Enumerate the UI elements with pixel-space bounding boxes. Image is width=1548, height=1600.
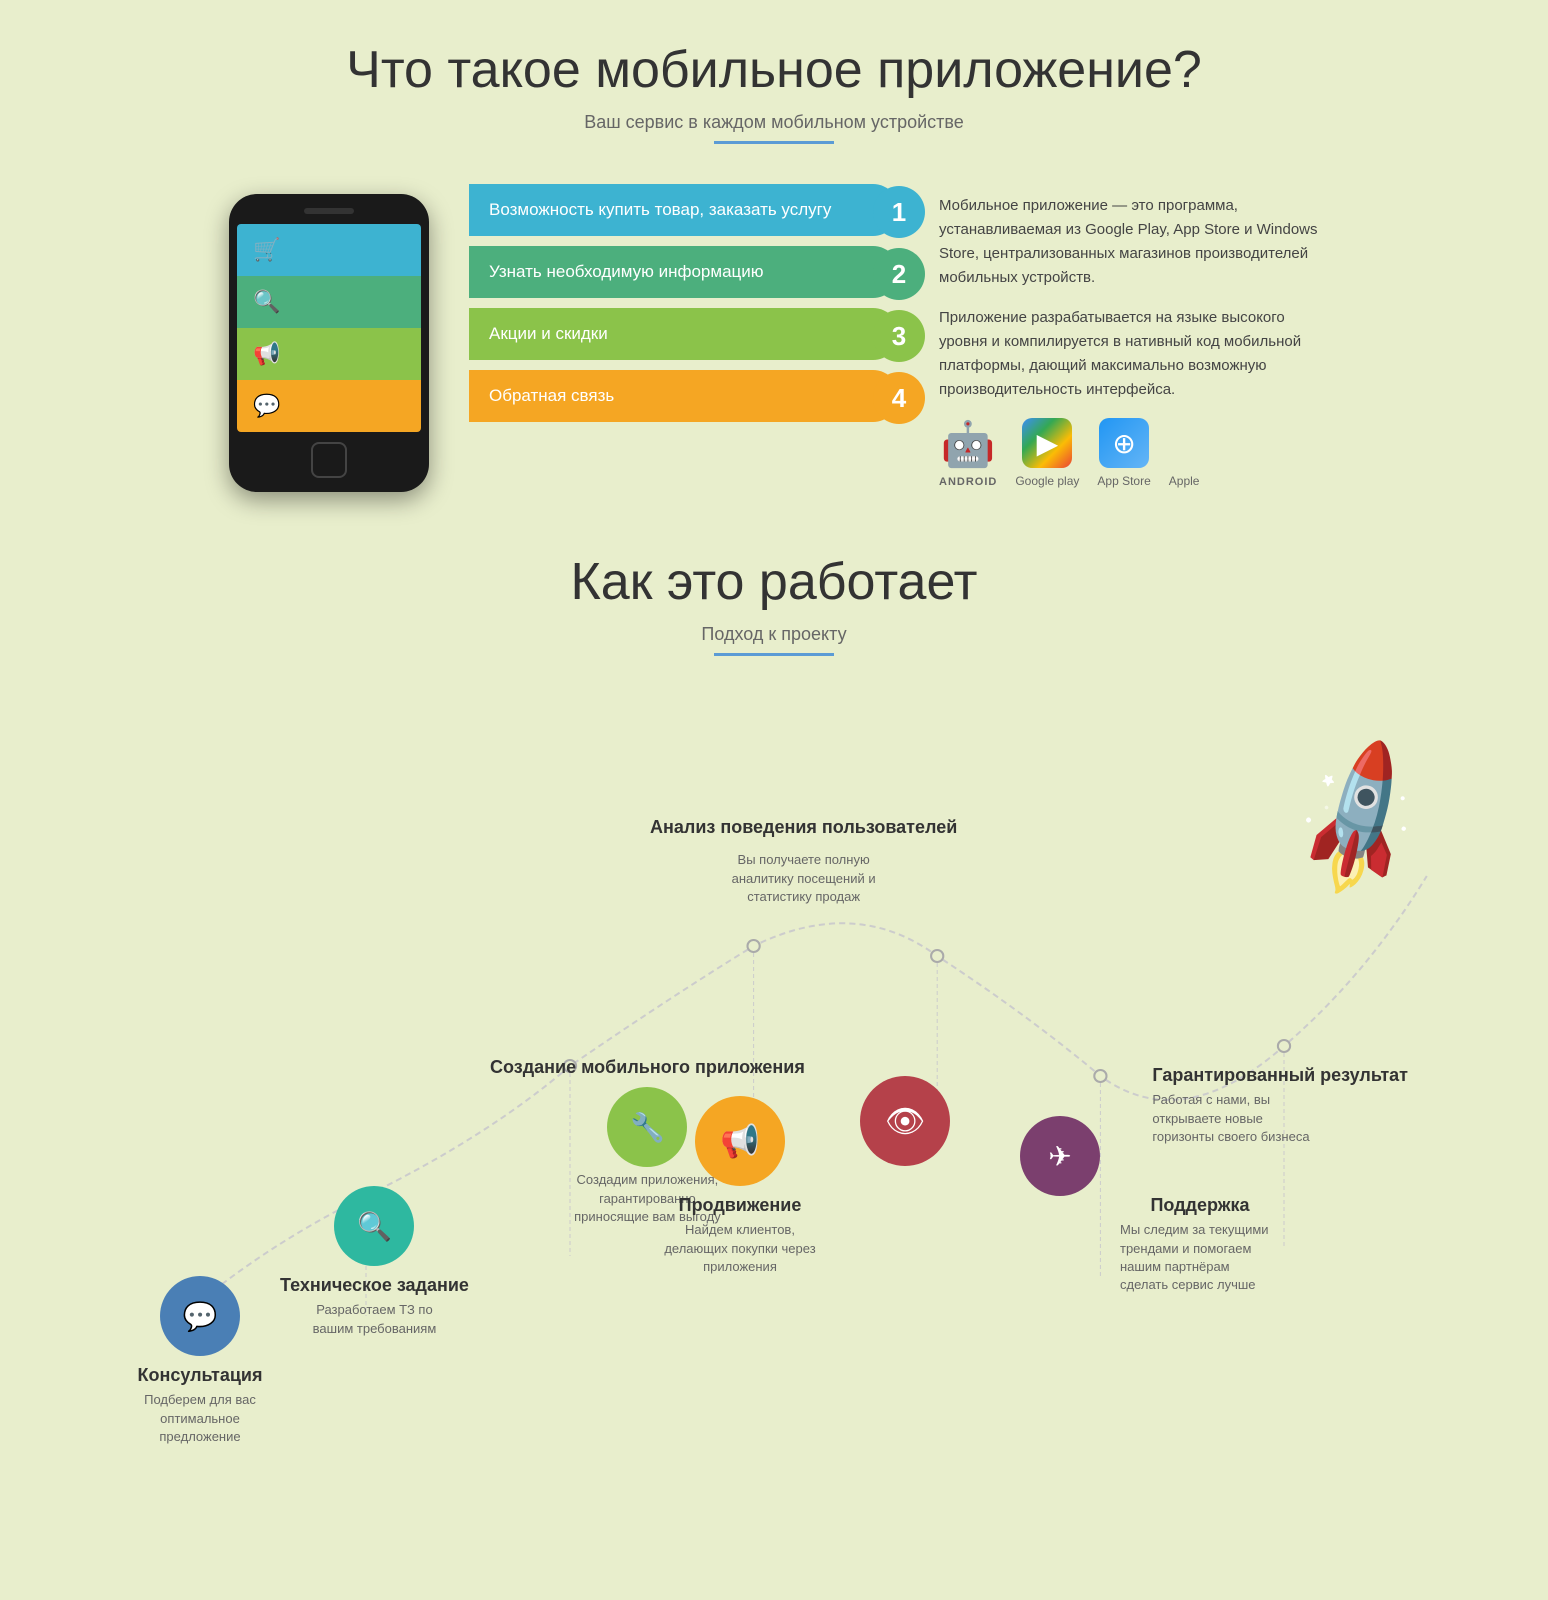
feature-bar-4: Обратная связь [469,370,899,422]
phone-screen: 🛒 🔍 📢 💬 [237,224,421,432]
node-eye: 👁 [860,1076,950,1166]
consultation-desc: Подберем для вас оптимальное предложение [120,1391,280,1446]
phone-mockup: 🛒 🔍 📢 💬 [229,194,429,492]
chat-icon: 💬 [237,380,297,432]
feature-bar-container-1: Возможность купить товар, заказать услуг… [469,184,899,240]
workflow-diagram: 💬 Консультация Подберем для вас оптималь… [60,696,1488,1496]
feature-bar-container-4: Обратная связь 4 [469,370,899,426]
apple-store: Apple [1169,468,1200,488]
node-promotion: 📢 Продвижение Найдем клиентов, делающих … [660,1096,820,1276]
tech-title: Техническое задание [280,1274,469,1297]
app-store-icon: ⊕ [1099,418,1149,468]
support-title: Поддержка [1150,1194,1249,1217]
main-title: Что такое мобильное приложение? [60,40,1488,100]
node-result: Гарантированный результат Работая с нами… [1152,1056,1408,1146]
phone-row-4: 💬 [237,380,421,432]
description-2: Приложение разрабатывается на языке высо… [939,306,1319,402]
section2-sub: Подход к проекту [60,624,1488,645]
promotion-title: Продвижение [679,1194,802,1217]
phone-row-1: 🛒 [237,224,421,276]
analysis-title: Анализ поведения пользователей [650,816,957,839]
feature-bar-container-3: Акции и скидки 3 [469,308,899,364]
promotion-circle: 📢 [695,1096,785,1186]
store-icons: 🤖 ANDROID ▶ Google play ⊕ App Store Appl… [939,418,1319,488]
promotion-desc: Найдем клиентов, делающих покупки через … [660,1221,820,1276]
google-play-icon: ▶ [1022,418,1072,468]
phone-speaker [304,208,354,214]
feature-bar-2: Узнать необходимую информацию [469,246,899,298]
app-store: ⊕ App Store [1097,418,1150,488]
feature-bar-1: Возможность купить товар, заказать услуг… [469,184,899,236]
creation-title: Создание мобильного приложения [490,1056,805,1079]
feature-bar-1-text: Возможность купить товар, заказать услуг… [489,200,831,220]
node-consultation: 💬 Консультация Подберем для вас оптималь… [120,1276,280,1446]
right-description: Мобильное приложение — это программа, ус… [939,184,1319,488]
consultation-circle: 💬 [160,1276,240,1356]
section2-title: Как это работает [60,552,1488,612]
description-1: Мобильное приложение — это программа, ус… [939,194,1319,290]
node-support: ✈ [1020,1116,1100,1196]
support-label: Поддержка Мы следим за текущими трендами… [1120,1186,1280,1294]
support-circle: ✈ [1020,1116,1100,1196]
cart-icon: 🛒 [237,224,297,276]
result-title: Гарантированный результат [1152,1064,1408,1087]
feature-bar-container-2: Узнать необходимую информацию 2 [469,246,899,302]
section-how-it-works: Как это работает Подход к проекту 💬 К [0,512,1548,1516]
android-store: 🤖 ANDROID [939,418,997,488]
analysis-desc: Вы получаете полную аналитику посещений … [724,851,884,906]
megaphone-icon: 📢 [237,328,297,380]
feature-bar-2-text: Узнать необходимую информацию [489,262,764,282]
feature-num-4: 4 [873,372,925,424]
section-what-is-app: Что такое мобильное приложение? Ваш серв… [0,0,1548,512]
feature-num-1: 1 [873,186,925,238]
sub-title: Ваш сервис в каждом мобильном устройстве [60,112,1488,133]
result-desc: Работая с нами, вы открываете новые гори… [1152,1091,1312,1146]
section2-divider [714,653,834,656]
phone-home-button [311,442,347,478]
app-store-label: App Store [1097,474,1150,488]
node-tech: 🔍 Техническое задание Разработаем ТЗ по … [280,1186,469,1338]
node-analysis: Анализ поведения пользователей Вы получа… [650,816,957,906]
tech-desc: Разработаем ТЗ по вашим требованиям [294,1301,454,1337]
eye-circle: 👁 [860,1076,950,1166]
android-label: ANDROID [939,476,997,488]
feature-num-3: 3 [873,310,925,362]
google-play-label: Google play [1015,474,1079,488]
phone-row-2: 🔍 [237,276,421,328]
phone-row-3: 📢 [237,328,421,380]
apple-label: Apple [1169,474,1200,488]
rocket-icon: 🚀 [1268,730,1451,910]
search-icon: 🔍 [237,276,297,328]
feature-bar-3: Акции и скидки [469,308,899,360]
android-icon: 🤖 [941,418,996,470]
feature-bars: Возможность купить товар, заказать услуг… [469,184,899,432]
feature-num-2: 2 [873,248,925,300]
google-play-store: ▶ Google play [1015,418,1079,488]
feature-bar-3-text: Акции и скидки [489,324,608,344]
tech-circle: 🔍 [334,1186,414,1266]
title-divider [714,141,834,144]
consultation-title: Консультация [137,1364,262,1387]
feature-bar-4-text: Обратная связь [489,386,614,406]
features-layout: 🛒 🔍 📢 💬 Возможность купить товар, заказа… [60,184,1488,492]
support-desc: Мы следим за текущими трендами и помогае… [1120,1221,1280,1294]
